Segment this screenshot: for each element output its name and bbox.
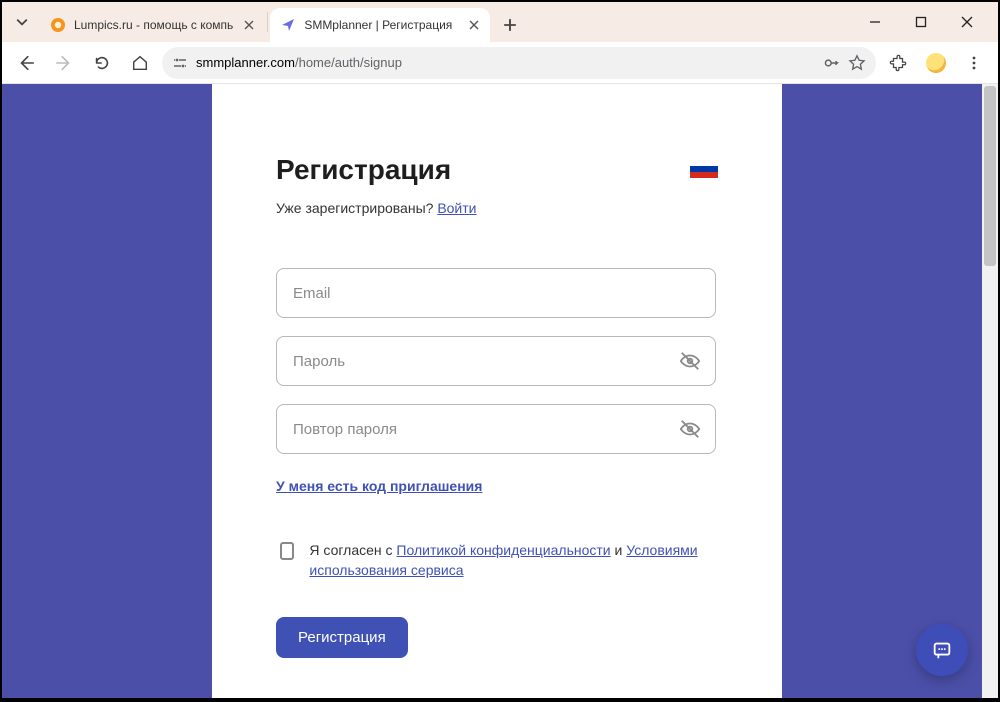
home-icon <box>131 54 149 72</box>
close-window-button[interactable] <box>944 2 990 42</box>
tab-title: Lumpics.ru - помощь с компь <box>74 18 233 32</box>
signup-form: У меня есть код приглашения Я согласен с… <box>276 268 716 658</box>
page-right-band <box>782 84 982 698</box>
email-field-wrapper <box>276 268 716 318</box>
menu-button[interactable] <box>958 47 990 79</box>
extensions-button[interactable] <box>882 47 914 79</box>
chat-icon <box>931 639 953 661</box>
url-text: smmplanner.com/home/auth/signup <box>196 55 814 70</box>
back-button[interactable] <box>10 47 42 79</box>
url-host: smmplanner.com <box>196 55 295 70</box>
maximize-icon <box>915 16 927 28</box>
privacy-policy-link[interactable]: Политикой конфиденциальности <box>396 542 610 558</box>
scrollbar-track <box>982 268 998 698</box>
vertical-scrollbar[interactable] <box>982 84 998 698</box>
page-viewport: Регистрация Уже зарегистрированы? Войти <box>2 84 998 698</box>
panel-header: Регистрация <box>276 154 718 186</box>
browser-window: Lumpics.ru - помощь с компь SMMplanner |… <box>2 2 998 698</box>
maximize-button[interactable] <box>898 2 944 42</box>
language-flag-ru[interactable] <box>690 160 718 178</box>
bookmark-button[interactable] <box>848 54 866 72</box>
puzzle-icon <box>889 54 907 72</box>
extension-badge-icon <box>926 53 946 73</box>
consent-prefix: Я согласен с <box>309 542 396 558</box>
already-registered-line: Уже зарегистрированы? Войти <box>276 200 718 216</box>
already-text: Уже зарегистрированы? <box>276 200 437 216</box>
close-icon <box>961 16 973 28</box>
signup-panel: Регистрация Уже зарегистрированы? Войти <box>212 84 782 698</box>
password-field-wrapper <box>276 336 716 386</box>
close-icon <box>469 20 479 30</box>
minimize-icon <box>869 16 881 28</box>
toolbar: smmplanner.com/home/auth/signup <box>2 42 998 84</box>
reload-icon <box>93 54 111 72</box>
toggle-password-visibility[interactable] <box>679 350 701 372</box>
site-settings-icon[interactable] <box>172 55 188 71</box>
window-controls <box>852 2 990 42</box>
email-field[interactable] <box>291 284 701 303</box>
close-icon <box>244 20 254 30</box>
consent-and: и <box>611 542 627 558</box>
forward-button[interactable] <box>48 47 80 79</box>
chat-fab[interactable] <box>916 624 968 676</box>
new-tab-button[interactable] <box>496 11 524 39</box>
password-repeat-field[interactable] <box>291 420 671 439</box>
kebab-icon <box>966 55 982 71</box>
reload-button[interactable] <box>86 47 118 79</box>
tab-close-button[interactable] <box>241 17 257 33</box>
consent-checkbox[interactable] <box>280 542 294 560</box>
page-title: Регистрация <box>276 154 451 186</box>
minimize-button[interactable] <box>852 2 898 42</box>
smmplanner-favicon <box>280 17 296 33</box>
lumpics-favicon <box>50 17 66 33</box>
tabs-dropdown-button[interactable] <box>8 8 36 36</box>
login-link[interactable]: Войти <box>437 200 476 216</box>
tab-smmplanner[interactable]: SMMplanner | Регистрация <box>270 8 490 42</box>
eye-off-icon <box>679 418 701 440</box>
submit-button[interactable]: Регистрация <box>276 617 408 658</box>
plus-icon <box>503 18 517 32</box>
tab-title: SMMplanner | Регистрация <box>304 18 458 32</box>
toggle-password-repeat-visibility[interactable] <box>679 418 701 440</box>
page-left-band <box>2 84 212 698</box>
chevron-down-icon <box>16 16 28 28</box>
password-repeat-field-wrapper <box>276 404 716 454</box>
password-field[interactable] <box>291 352 671 371</box>
tab-lumpics[interactable]: Lumpics.ru - помощь с компь <box>40 8 265 42</box>
arrow-right-icon <box>55 54 73 72</box>
password-key-icon[interactable] <box>822 54 840 72</box>
tab-strip: Lumpics.ru - помощь с компь SMMplanner |… <box>2 2 998 42</box>
url-path: /home/auth/signup <box>295 55 402 70</box>
tab-close-button[interactable] <box>466 17 482 33</box>
eye-off-icon <box>679 350 701 372</box>
home-button[interactable] <box>124 47 156 79</box>
consent-row: Я согласен с Политикой конфиденциальност… <box>276 540 716 581</box>
address-bar[interactable]: smmplanner.com/home/auth/signup <box>162 47 876 79</box>
consent-text: Я согласен с Политикой конфиденциальност… <box>309 540 716 581</box>
scrollbar-thumb[interactable] <box>984 86 996 266</box>
tab-separator <box>267 12 268 32</box>
arrow-left-icon <box>17 54 35 72</box>
profile-extension-button[interactable] <box>920 47 952 79</box>
invite-code-link[interactable]: У меня есть код приглашения <box>276 478 716 494</box>
